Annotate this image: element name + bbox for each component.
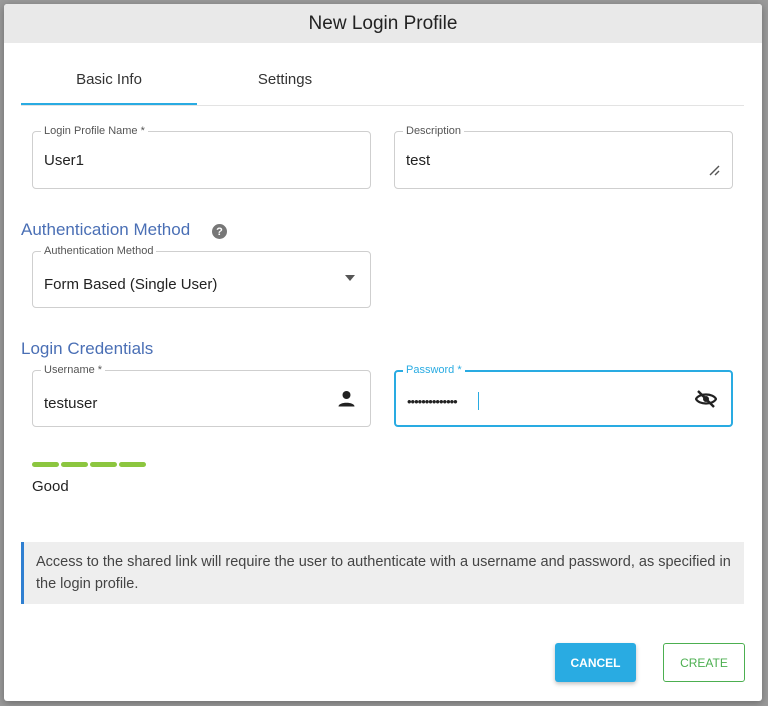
dialog-title: New Login Profile bbox=[4, 4, 762, 43]
tab-basic-info[interactable]: Basic Info bbox=[21, 54, 197, 105]
cancel-button[interactable]: CANCEL bbox=[555, 643, 636, 682]
description-value[interactable]: test bbox=[406, 152, 430, 169]
strength-segment bbox=[61, 462, 88, 467]
username-field[interactable]: Username * testuser bbox=[32, 364, 371, 427]
auth-method-section-title: Authentication Method bbox=[21, 220, 191, 239]
login-credentials-section-title: Login Credentials bbox=[21, 339, 154, 358]
password-label: Password * bbox=[403, 364, 465, 377]
tab-bar: Basic Info Settings bbox=[21, 54, 744, 106]
create-button[interactable]: CREATE bbox=[663, 643, 745, 682]
resize-handle-icon[interactable] bbox=[708, 164, 720, 176]
auth-method-value[interactable]: Form Based (Single User) bbox=[44, 276, 217, 293]
strength-segment bbox=[32, 462, 59, 467]
password-field[interactable]: Password * •••••••••••••• bbox=[394, 364, 733, 427]
password-strength-label: Good bbox=[32, 478, 69, 495]
strength-segment bbox=[119, 462, 146, 467]
username-value[interactable]: testuser bbox=[44, 395, 97, 412]
description-label: Description bbox=[403, 125, 465, 138]
dropdown-arrow-icon[interactable] bbox=[345, 275, 355, 281]
info-message: Access to the shared link will require t… bbox=[21, 542, 744, 604]
description-field[interactable]: Description test bbox=[394, 125, 733, 189]
strength-segment bbox=[90, 462, 117, 467]
password-strength-meter bbox=[32, 462, 146, 467]
text-cursor bbox=[478, 392, 479, 410]
profile-name-field[interactable]: Login Profile Name * User1 bbox=[32, 125, 371, 189]
new-login-profile-dialog: New Login Profile Basic Info Settings Lo… bbox=[4, 4, 762, 701]
auth-method-label: Authentication Method bbox=[41, 245, 157, 258]
username-label: Username * bbox=[41, 364, 106, 377]
profile-name-label: Login Profile Name * bbox=[41, 125, 148, 138]
eye-off-icon[interactable] bbox=[695, 390, 717, 408]
person-icon bbox=[338, 391, 355, 407]
tab-settings[interactable]: Settings bbox=[197, 54, 373, 104]
question-circle-icon[interactable]: ? bbox=[212, 224, 227, 239]
auth-method-select[interactable]: Authentication Method Form Based (Single… bbox=[32, 245, 371, 308]
profile-name-value[interactable]: User1 bbox=[44, 152, 84, 169]
password-value[interactable]: •••••••••••••• bbox=[407, 394, 458, 409]
